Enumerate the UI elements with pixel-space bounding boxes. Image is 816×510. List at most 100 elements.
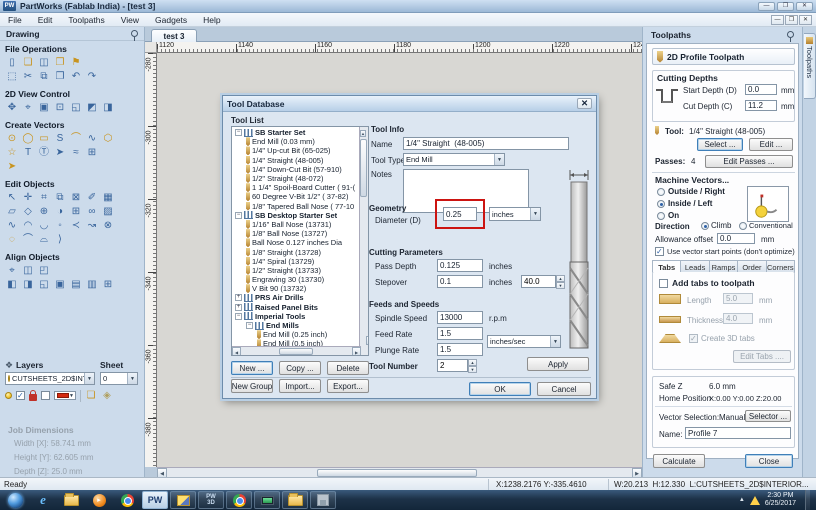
tree-item[interactable]: 1/4" Straight (48-005)	[233, 155, 360, 165]
tree-item[interactable]: 1/4" Spiral (13729)	[233, 256, 360, 266]
apply-button[interactable]: Apply	[527, 357, 589, 371]
collapse-icon[interactable]: −	[235, 211, 242, 219]
align-top-icon[interactable]: ◰	[36, 264, 52, 277]
text-box-icon[interactable]: Ⓣ	[36, 146, 52, 159]
arc-fit-icon[interactable]: ◠	[20, 219, 36, 232]
tree-item[interactable]: 1/8" Ball Nose (13727)	[233, 229, 360, 239]
node-edit-icon[interactable]: ✛	[20, 191, 36, 204]
trim-icon[interactable]: ≺	[68, 219, 84, 232]
draw-text-icon[interactable]: T	[20, 146, 36, 159]
chrome-icon[interactable]	[114, 491, 140, 509]
direction-conventional-radio[interactable]: Conventional	[739, 221, 793, 230]
restore-button[interactable]: ❐	[777, 1, 794, 11]
align-right-icon[interactable]: ◨	[20, 278, 36, 291]
copy-object-icon[interactable]: ⧉	[52, 191, 68, 204]
tool-number-stepper[interactable]: ▲▼	[437, 359, 477, 373]
tool-type-select[interactable]: End Mill ▼	[403, 153, 505, 166]
zoom-icon[interactable]: ⌖	[20, 101, 36, 114]
close-toolpath-button[interactable]: Close	[745, 454, 793, 468]
array-copy-vectors-icon[interactable]: ⊞	[84, 146, 100, 159]
partworks-3d-taskbar-button[interactable]: PW 3D	[198, 491, 224, 509]
allowance-offset-input[interactable]	[717, 233, 755, 244]
rotate-icon[interactable]: ◇	[20, 205, 36, 218]
redo-icon[interactable]: ↷	[84, 70, 100, 83]
new-tool-button[interactable]: New ...	[231, 361, 273, 375]
stepper-up-icon[interactable]: ▲	[468, 359, 477, 366]
media-player-icon[interactable]: ▸	[86, 491, 112, 509]
align-left-icon[interactable]: ◧	[4, 278, 20, 291]
tree-item[interactable]: 1/2" Straight (13733)	[233, 265, 360, 275]
draw-polygon-icon[interactable]: ⬡	[100, 132, 116, 145]
collapse-icon[interactable]: −	[235, 129, 242, 137]
mirror-icon[interactable]: ▱	[4, 205, 20, 218]
arc-tool-icon[interactable]: ⌒	[20, 233, 36, 246]
tree-item[interactable]: 1/4" Down-Cut Bit (57-910)	[233, 164, 360, 174]
refresh-view-icon[interactable]: ◨	[100, 101, 116, 114]
import-file-icon[interactable]: ❐	[52, 56, 68, 69]
display-app-icon[interactable]	[254, 491, 280, 509]
dialog-close-icon[interactable]: ✕	[577, 98, 592, 109]
spread-horizontal-icon[interactable]: ▤	[68, 278, 84, 291]
select-text-icon[interactable]: ➤	[52, 146, 68, 159]
explode-icon[interactable]: ⊗	[100, 219, 116, 232]
tree-item[interactable]: Ball Nose 0.127 inches Dia	[233, 238, 360, 248]
new-file-icon[interactable]: ▯	[4, 56, 20, 69]
close-button[interactable]: ✕	[796, 1, 813, 11]
import-tools-button[interactable]: Import...	[279, 379, 321, 393]
layer-active-checkbox[interactable]	[16, 391, 25, 400]
tool-list-tree[interactable]: − SB Starter Set End Mill (0.03 mm) 1/4" Up…	[231, 126, 369, 356]
tab-thickness-input[interactable]	[723, 313, 753, 324]
partworks-taskbar-button[interactable]: PW	[142, 491, 168, 509]
collapse-icon[interactable]: −	[246, 322, 253, 330]
delete-tool-button[interactable]: Delete	[327, 361, 369, 375]
menu-file[interactable]: File	[8, 15, 22, 25]
draw-rectangle-icon[interactable]: ▭	[36, 132, 52, 145]
start-button[interactable]	[2, 491, 28, 509]
tree-item[interactable]: 1/8" Tapered Ball Nose ( 77-10	[233, 201, 360, 211]
distort-icon[interactable]: ∿	[4, 219, 20, 232]
zoom-extents-icon[interactable]: ◱	[68, 101, 84, 114]
fillet-icon[interactable]: ◡	[36, 219, 52, 232]
arc-tool-2-icon[interactable]: ⌓	[36, 233, 52, 246]
tree-item[interactable]: + PRS Air Drills	[233, 293, 360, 302]
stepover-input[interactable]	[437, 275, 483, 288]
zoom-selection-icon[interactable]: ⊡	[52, 101, 68, 114]
hatch-icon[interactable]: ▨	[100, 205, 116, 218]
yellow-app-icon[interactable]	[170, 491, 196, 509]
menu-toolpaths[interactable]: Toolpaths	[68, 15, 104, 25]
draw-circle-icon[interactable]: ⊙	[4, 132, 20, 145]
tree-item[interactable]: − End Mills	[233, 321, 360, 330]
pin-icon[interactable]	[787, 31, 794, 42]
export-file-icon[interactable]: ⚑	[68, 56, 84, 69]
tool-name-input[interactable]	[403, 137, 569, 150]
edit-tool-button[interactable]: Edit ...	[749, 138, 793, 151]
select-all-icon[interactable]: ⬚	[4, 70, 20, 83]
undo-icon[interactable]: ↶	[68, 70, 84, 83]
cancel-button[interactable]: Cancel	[537, 382, 591, 396]
merge-layers-icon[interactable]: ◈	[101, 389, 113, 402]
export-tools-button[interactable]: Export...	[327, 379, 369, 393]
scroll-right-icon[interactable]: ▶	[632, 467, 642, 478]
menu-gadgets[interactable]: Gadgets	[155, 15, 187, 25]
cut-icon[interactable]: ✂	[20, 70, 36, 83]
tree-item[interactable]: 1/4" Up-cut Bit (65-025)	[233, 146, 360, 156]
tab-length-input[interactable]	[723, 293, 753, 304]
ok-button[interactable]: OK	[469, 382, 531, 396]
tree-item[interactable]: − Imperial Tools	[233, 312, 360, 321]
edit-pen-icon[interactable]: ✐	[84, 191, 100, 204]
scroll-left-icon[interactable]: ◀	[157, 467, 167, 478]
menu-help[interactable]: Help	[203, 15, 220, 25]
move-to-layer-icon[interactable]: ❏	[85, 389, 97, 402]
tree-item[interactable]: 60 Degree V-Bit 1/2" ( 37-82)	[233, 192, 360, 202]
tray-expand-icon[interactable]: ▲	[739, 497, 745, 503]
machine-vectors-option-outside[interactable]: Outside / Right	[657, 187, 725, 196]
document-tab[interactable]: test 3	[151, 29, 197, 42]
expand-icon[interactable]: +	[235, 303, 242, 311]
mdi-minimize-button[interactable]: —	[771, 14, 784, 25]
menu-edit[interactable]: Edit	[38, 15, 53, 25]
add-tabs-checkbox[interactable]: Add tabs to toolpath	[659, 278, 755, 288]
tree-vertical-scrollbar[interactable]: ▲ ▼	[359, 127, 368, 355]
collapse-icon[interactable]: −	[235, 312, 242, 320]
new-group-button[interactable]: New Group	[231, 379, 273, 393]
offset-icon[interactable]: ◌	[4, 233, 20, 246]
